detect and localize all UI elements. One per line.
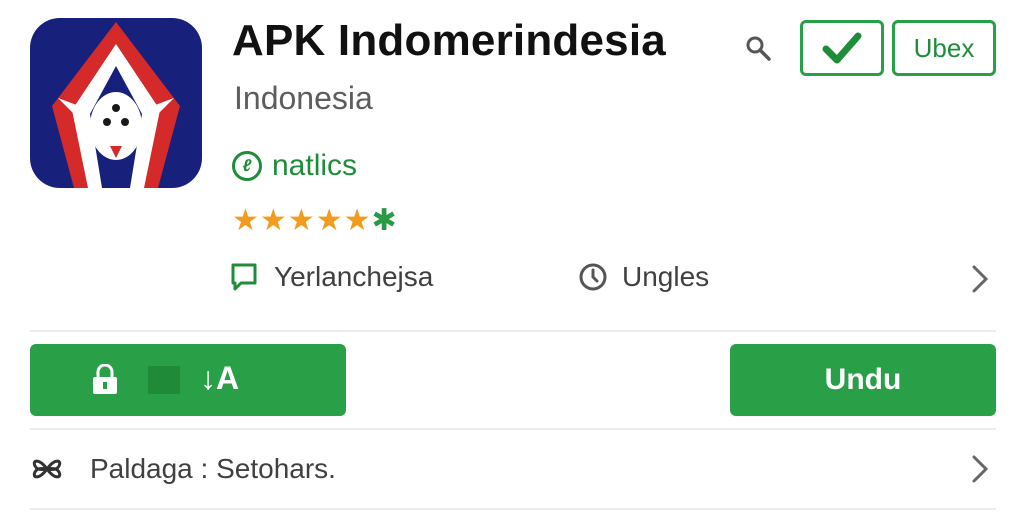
app-subtitle: Indonesia	[234, 80, 373, 116]
search-icon[interactable]	[744, 34, 772, 62]
star-icon: ★	[315, 204, 343, 237]
star-icon: ★	[232, 204, 259, 237]
star-icon: ★	[343, 204, 371, 237]
star-icon: ★	[287, 204, 315, 237]
publisher-label: natlics	[272, 149, 358, 182]
lock-icon	[90, 363, 120, 396]
sparkle-star-icon: ✱	[371, 204, 397, 237]
square-icon	[148, 366, 180, 394]
clock-icon	[578, 262, 608, 292]
divider	[30, 508, 996, 510]
publisher-link[interactable]: ℓ natlics	[232, 148, 357, 184]
download-label: ↓A	[200, 360, 240, 396]
check-button[interactable]	[800, 20, 884, 76]
undu-button[interactable]: Undu	[730, 344, 996, 416]
star-icon: ★	[259, 204, 287, 237]
divider	[30, 330, 996, 332]
rating-stars: ★ ★ ★ ★ ★ ✱	[232, 205, 397, 237]
info-left-label: Yerlanchejsa	[274, 261, 434, 292]
ubex-button[interactable]: Ubex	[892, 20, 996, 76]
info-row[interactable]: Yerlanchejsa Ungles	[230, 258, 1000, 302]
verified-badge-icon: ℓ	[232, 151, 262, 181]
chevron-right-icon[interactable]	[970, 454, 990, 484]
info-right-label: Ungles	[622, 261, 710, 292]
bottom-label: Paldaga : Setohars.	[90, 453, 336, 484]
bottom-row[interactable]: Paldaga : Setohars.	[30, 446, 1000, 496]
install-button[interactable]: ↓A	[30, 344, 346, 416]
chevron-right-icon[interactable]	[970, 264, 990, 294]
comment-icon	[230, 262, 258, 292]
app-title: APK Indomerindesia	[232, 16, 666, 65]
bow-icon	[30, 452, 64, 486]
app-logo-icon	[30, 18, 202, 188]
divider	[30, 428, 996, 430]
check-icon	[822, 32, 862, 64]
